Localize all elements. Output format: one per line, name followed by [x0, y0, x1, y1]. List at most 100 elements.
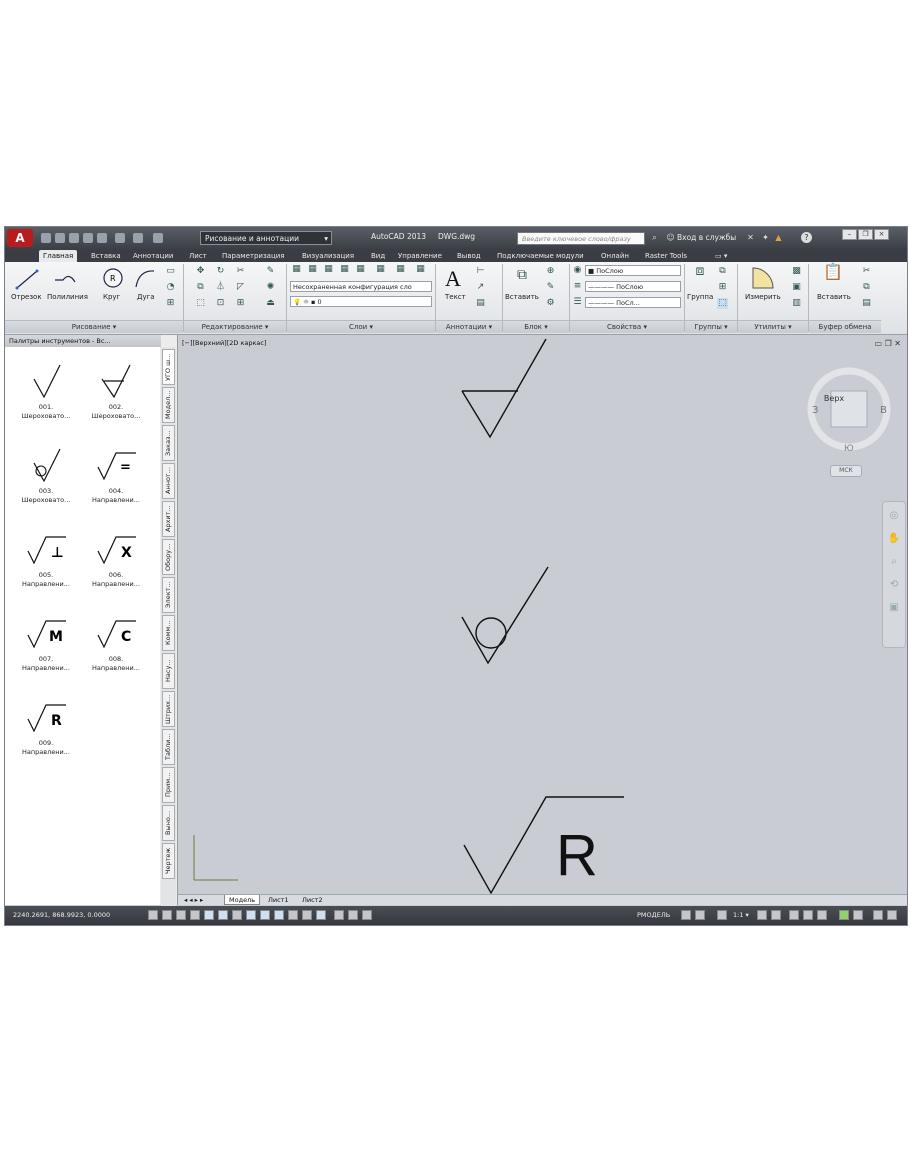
- circle-button[interactable]: Круг: [103, 293, 120, 301]
- tab-plugins[interactable]: Подключаемые модули: [493, 250, 588, 262]
- tab-annotate[interactable]: Аннотации: [129, 250, 177, 262]
- groups-panel-title[interactable]: Группы ▾: [685, 320, 737, 333]
- palette-tool-direction-9[interactable]: R 009. Направлени...: [13, 697, 79, 757]
- search-input[interactable]: Введите ключевое слово/фразу: [517, 232, 645, 245]
- sc-icon[interactable]: [362, 910, 372, 920]
- dyn-icon[interactable]: [274, 910, 284, 920]
- tab-view[interactable]: Вид: [367, 250, 389, 262]
- palette-tab[interactable]: Выно...: [162, 805, 175, 841]
- layer-unisolate-icon[interactable]: ▦: [339, 264, 350, 275]
- ortho-icon[interactable]: [190, 910, 200, 920]
- fillet-icon[interactable]: ◸: [235, 282, 246, 293]
- steering-wheel-icon[interactable]: ◎: [883, 510, 905, 521]
- tab-manage[interactable]: Управление: [394, 250, 446, 262]
- calculator-icon[interactable]: ▣: [791, 282, 802, 293]
- offset-icon[interactable]: ⏏: [265, 298, 276, 309]
- palette-tab[interactable]: Комм...: [162, 615, 175, 651]
- palette-tab[interactable]: Прим...: [162, 767, 175, 803]
- palette-tab[interactable]: Табли...: [162, 729, 175, 765]
- palette-tab[interactable]: Обору...: [162, 539, 175, 575]
- layer-properties-icon[interactable]: ▦: [291, 264, 302, 275]
- copy-clip-icon[interactable]: ⧉: [861, 282, 872, 293]
- tab-insert[interactable]: Вставка: [87, 250, 125, 262]
- leader-icon[interactable]: ↗: [475, 282, 486, 293]
- palette-tab[interactable]: Насу...: [162, 653, 175, 689]
- tab-layout[interactable]: Лист: [185, 250, 211, 262]
- group-button[interactable]: Группа: [687, 293, 713, 301]
- palette-tab[interactable]: Аннот...: [162, 463, 175, 499]
- group-select-icon[interactable]: ⬚: [717, 298, 728, 309]
- ducs-icon[interactable]: [260, 910, 270, 920]
- layer-state-icon[interactable]: ▦: [307, 264, 318, 275]
- drawing-area[interactable]: [−][Верхний][2D каркас] ▭ ❐ ✕ R З В Ю Ве…: [178, 335, 907, 895]
- palette-tab[interactable]: Заказ...: [162, 425, 175, 461]
- annotation-monitor-icon[interactable]: [348, 910, 358, 920]
- arc-button[interactable]: Дуга: [137, 293, 155, 301]
- color-dropdown[interactable]: ■ ПоСлою: [585, 265, 681, 276]
- line-icon[interactable]: [15, 268, 39, 290]
- table-icon[interactable]: ⊞: [165, 298, 176, 309]
- app-menu-button[interactable]: A: [7, 229, 33, 247]
- fullscreen-icon[interactable]: [887, 910, 897, 920]
- viewcube-face-top[interactable]: Верх: [816, 381, 852, 417]
- layout-nav-arrows[interactable]: ◂ ◂ ▸ ▸: [180, 895, 207, 905]
- tab-layout2[interactable]: Лист2: [298, 895, 327, 905]
- zoom-icon[interactable]: ⌕: [883, 556, 905, 567]
- palette-tool-direction-5[interactable]: ⊥ 005. Направлени...: [13, 529, 79, 589]
- rotate-icon[interactable]: ↻: [215, 266, 226, 277]
- move-icon[interactable]: ✥: [195, 266, 206, 277]
- lineweight-toggle-icon[interactable]: [288, 910, 298, 920]
- mirror-icon[interactable]: ⏃: [215, 282, 226, 293]
- layers-panel-title[interactable]: Слои ▾: [287, 320, 435, 333]
- help-icon[interactable]: ?: [801, 232, 812, 243]
- layer-match-icon[interactable]: ▦: [415, 264, 426, 275]
- annotation-panel-title[interactable]: Аннотации ▾: [436, 320, 502, 333]
- signin-link[interactable]: Вход в службы: [677, 233, 736, 242]
- lineweight-dropdown[interactable]: ———— ПоСлою: [585, 281, 681, 292]
- layer-freeze-icon[interactable]: ▦: [375, 264, 386, 275]
- measure-button[interactable]: Измерить: [745, 293, 781, 301]
- star-icon[interactable]: ✦: [760, 232, 771, 243]
- array-icon[interactable]: ⊞: [235, 298, 246, 309]
- palette-tab[interactable]: Элект...: [162, 577, 175, 613]
- clean-screen-icon[interactable]: [873, 910, 883, 920]
- copy-icon[interactable]: ⧉: [195, 282, 206, 293]
- tab-home[interactable]: Главная: [39, 250, 78, 262]
- open-icon[interactable]: [55, 233, 65, 243]
- annotation-scale[interactable]: 1:1 ▾: [733, 911, 749, 919]
- palette-tool-direction-6[interactable]: X 006. Направлени...: [83, 529, 149, 589]
- draw-panel-title[interactable]: Рисование ▾: [5, 320, 183, 333]
- hatch-icon[interactable]: ◔: [165, 282, 176, 293]
- match-properties-icon[interactable]: ◉: [572, 265, 583, 276]
- ribbon-toggle-icon[interactable]: ▭ ▾: [711, 250, 731, 262]
- plot-icon[interactable]: [97, 233, 107, 243]
- cut-icon[interactable]: ✂: [861, 266, 872, 277]
- grid-icon[interactable]: [176, 910, 186, 920]
- layer-off-icon[interactable]: ▦: [355, 264, 366, 275]
- id-point-icon[interactable]: ▥: [791, 298, 802, 309]
- quick-properties-icon[interactable]: [316, 910, 326, 920]
- user-icon[interactable]: ☺: [665, 232, 676, 243]
- palette-tab[interactable]: Архит...: [162, 501, 175, 537]
- undo-icon[interactable]: [133, 233, 143, 243]
- polar-icon[interactable]: [204, 910, 214, 920]
- stretch-icon[interactable]: ⬚: [195, 298, 206, 309]
- snap-icon[interactable]: [162, 910, 172, 920]
- palette-title[interactable]: Палитры инструментов - Вс...: [5, 335, 161, 347]
- palette-tab[interactable]: УГО ш...: [162, 349, 175, 385]
- tab-output[interactable]: Вывод: [453, 250, 485, 262]
- linetype-icon[interactable]: ☰: [572, 297, 583, 308]
- model-space-toggle[interactable]: РМОДЕЛЬ: [637, 911, 670, 919]
- tab-layout1[interactable]: Лист1: [264, 895, 293, 905]
- layer-lock-icon[interactable]: ▦: [395, 264, 406, 275]
- palette-tool-direction-4[interactable]: = 004. Направлени...: [83, 445, 149, 505]
- warning-icon[interactable]: ▲: [773, 232, 784, 243]
- paste-special-icon[interactable]: ▤: [861, 298, 872, 309]
- measure-icon[interactable]: [751, 266, 777, 290]
- block-attr-icon[interactable]: ⚙: [545, 298, 556, 309]
- rectangle-icon[interactable]: ▭: [165, 266, 176, 277]
- create-block-icon[interactable]: ⊕: [545, 266, 556, 277]
- line-button[interactable]: Отрезок: [11, 293, 42, 301]
- tab-parametric[interactable]: Параметризация: [218, 250, 288, 262]
- table-icon[interactable]: ▤: [475, 298, 486, 309]
